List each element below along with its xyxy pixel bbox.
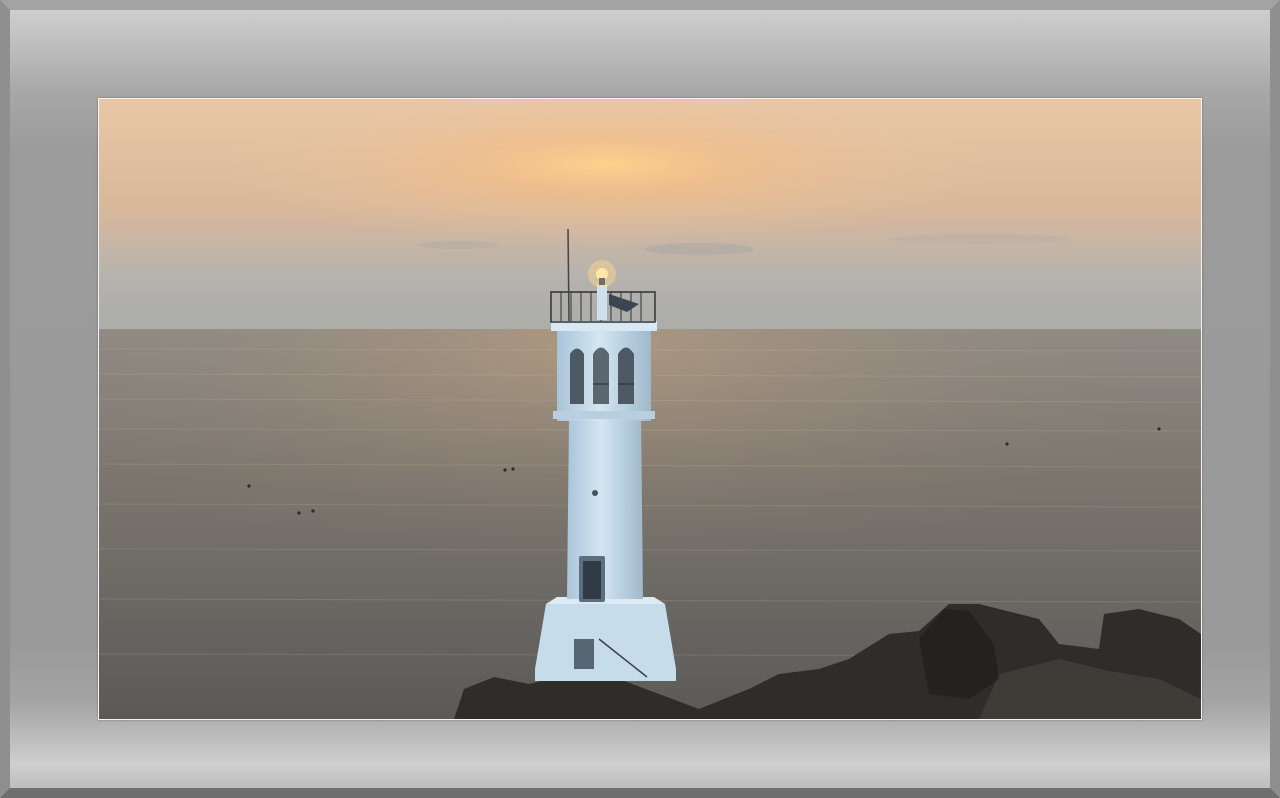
picture-frame [0, 0, 1280, 798]
lighthouse-photo [99, 99, 1201, 719]
photo-mat [98, 98, 1202, 720]
